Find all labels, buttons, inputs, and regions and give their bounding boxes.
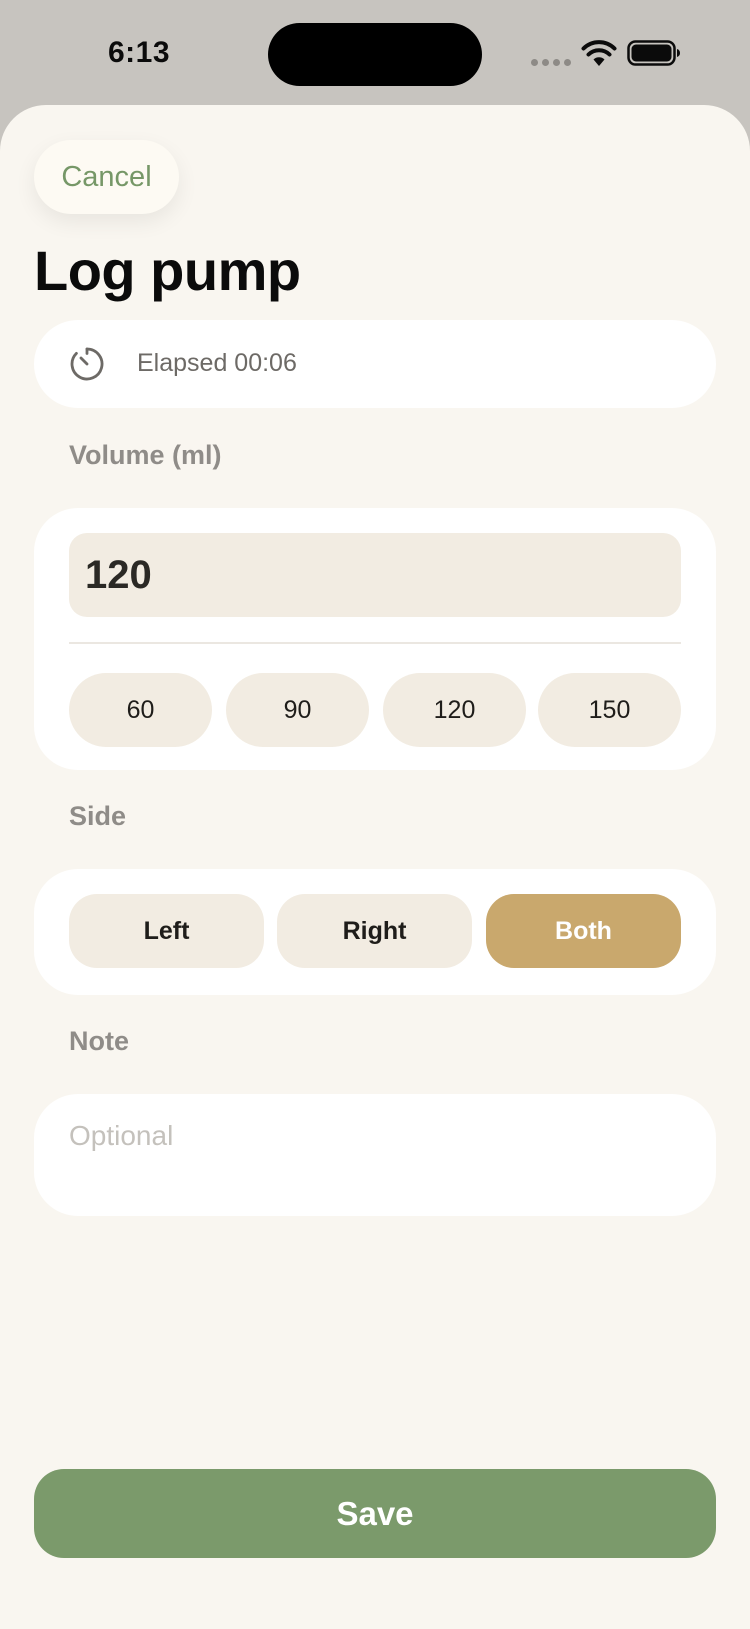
- volume-card: 120 60 90 120 150: [34, 508, 716, 770]
- note-input[interactable]: Optional: [69, 1120, 681, 1160]
- volume-preset-150[interactable]: 150: [538, 673, 681, 747]
- side-option-both[interactable]: Both: [486, 894, 681, 968]
- dynamic-island: [268, 23, 482, 86]
- volume-preset-120[interactable]: 120: [383, 673, 526, 747]
- side-option-left[interactable]: Left: [69, 894, 264, 968]
- log-pump-sheet: Cancel Log pump Elapsed 00:06 Volume (ml…: [0, 105, 750, 1629]
- cellular-signal-icon: [531, 59, 571, 67]
- wifi-icon: [581, 40, 617, 66]
- volume-preset-90[interactable]: 90: [226, 673, 369, 747]
- cancel-button[interactable]: Cancel: [34, 140, 179, 214]
- volume-preset-60[interactable]: 60: [69, 673, 212, 747]
- note-label: Note: [69, 1026, 129, 1056]
- side-selector-card: Left Right Both: [34, 869, 716, 995]
- battery-icon: [627, 40, 680, 66]
- timer-icon: [70, 347, 104, 381]
- side-label: Side: [69, 801, 127, 831]
- status-bar: 6:13: [0, 0, 750, 105]
- elapsed-time-text: Elapsed 00:06: [137, 349, 297, 377]
- volume-label: Volume (ml): [69, 440, 222, 470]
- save-button[interactable]: Save: [34, 1469, 716, 1558]
- divider: [69, 642, 681, 644]
- volume-input[interactable]: 120: [69, 533, 681, 617]
- side-option-right[interactable]: Right: [277, 894, 472, 968]
- note-card: Optional: [34, 1094, 716, 1216]
- page-title: Log pump: [34, 239, 301, 302]
- elapsed-timer-card: Elapsed 00:06: [34, 320, 716, 408]
- status-time: 6:13: [108, 36, 171, 69]
